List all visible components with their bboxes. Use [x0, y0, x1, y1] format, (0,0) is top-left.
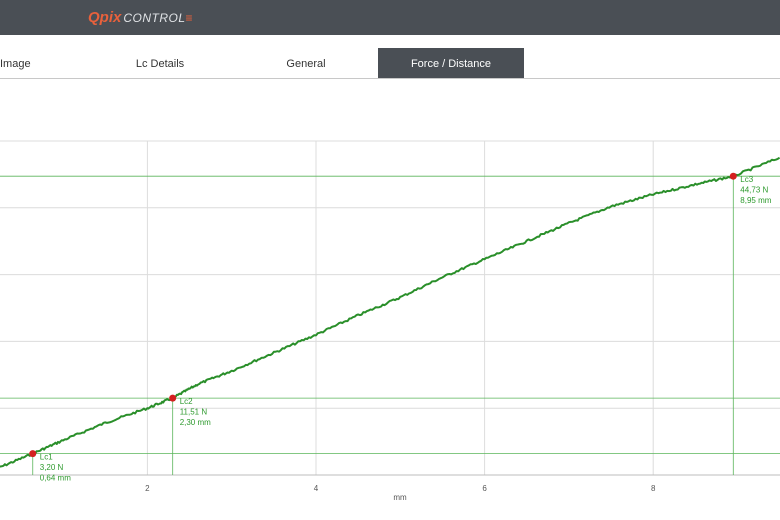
marker-point-lc1	[29, 450, 37, 458]
marker-label-lc1: Lc1	[40, 453, 53, 462]
x-tick-label: 4	[314, 484, 319, 493]
marker-label-lc2: 11,51 N	[180, 408, 208, 417]
marker-label-lc2: 2,30 mm	[180, 418, 211, 427]
marker-guides	[0, 175, 780, 475]
x-tick-label: 8	[651, 484, 656, 493]
marker-label-lc1: 3,20 N	[40, 463, 64, 472]
marker-point-lc2	[169, 394, 177, 402]
x-tick-label: 6	[482, 484, 487, 493]
x-tick-label: 2	[145, 484, 150, 493]
chart-series	[0, 156, 780, 468]
marker-label-lc3: Lc3	[740, 175, 753, 184]
marker-label-lc2: Lc2	[180, 397, 193, 406]
chart-markers: Lc13,20 N 0,64 mm Lc2 11,51 N2,30 mm Lc3 44,7…	[29, 172, 772, 483]
force-distance-chart: Lc13,20 N 0,64 mm Lc2 11,51 N2,30 mm Lc3 44,7…	[0, 140, 780, 502]
x-axis-ticks: 2 4 6 8	[145, 484, 656, 493]
force-curve	[0, 156, 780, 468]
marker-point-lc3	[729, 172, 737, 180]
marker-label-lc3: 8,95 mm	[740, 196, 771, 205]
x-axis-label: mm	[393, 493, 407, 502]
marker-label-lc3: 44,73 N	[740, 186, 768, 195]
marker-label-lc1: 0,64 mm	[40, 474, 71, 483]
